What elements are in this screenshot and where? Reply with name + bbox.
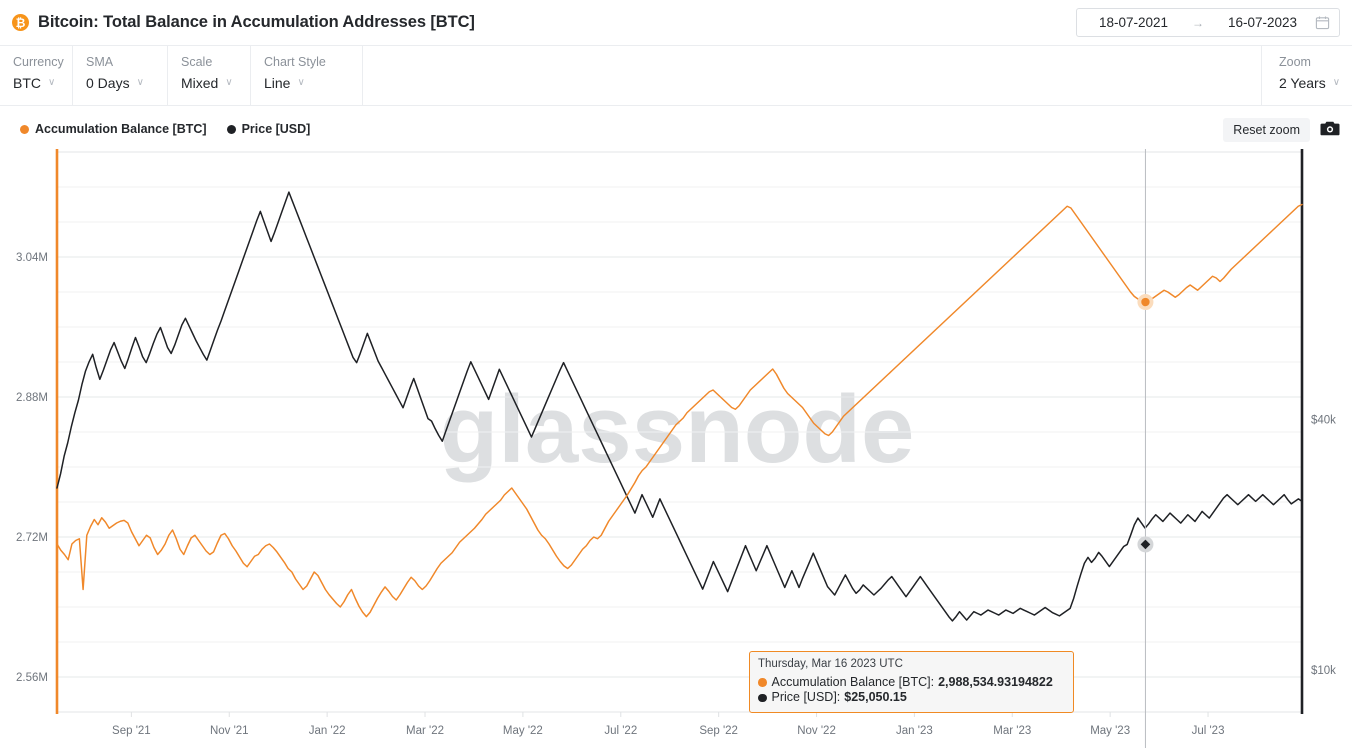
- x-axis-tick-label: Jan '22: [309, 725, 346, 737]
- chart-tooltip: Thursday, Mar 16 2023 UTC Accumulation B…: [749, 651, 1074, 713]
- tooltip-dot-balance: [758, 678, 767, 687]
- y-axis-right-tick-label: $10k: [1311, 665, 1336, 677]
- y-axis-left-tick-label: 2.72M: [16, 532, 48, 544]
- tooltip-dot-price: [758, 693, 767, 702]
- tooltip-date: Thursday, Mar 16 2023 UTC: [758, 658, 903, 670]
- x-axis-tick-label: Nov '22: [797, 725, 836, 737]
- tooltip-key-balance: Accumulation Balance [BTC]:: [771, 674, 935, 689]
- x-axis-tick-label: Jan '23: [896, 725, 933, 737]
- chart-svg[interactable]: glassnode3.04M2.88M2.72M2.56M$40k$10kSep…: [0, 0, 1352, 750]
- glassnode-chart-page: ₿ Bitcoin: Total Balance in Accumulation…: [0, 0, 1352, 750]
- x-axis-tick-label: Sep '22: [699, 725, 738, 737]
- x-axis-tick-label: Jul '23: [1192, 725, 1225, 737]
- tooltip-value-balance: 2,988,534.93194822: [938, 674, 1053, 689]
- tooltip-key-price: Price [USD]:: [771, 690, 841, 704]
- y-axis-left-tick-label: 2.88M: [16, 392, 48, 404]
- tooltip-row-balance: Accumulation Balance [BTC]: 2,988,534.93…: [758, 675, 1065, 691]
- x-axis-tick-label: Jul '22: [604, 725, 637, 737]
- y-axis-left-tick-label: 2.56M: [16, 672, 48, 684]
- tooltip-row-price: Price [USD]: $25,050.15: [758, 690, 1065, 706]
- x-axis-tick-label: Sep '21: [112, 725, 151, 737]
- x-axis-tick-label: May '23: [1090, 725, 1130, 737]
- tooltip-value-price: $25,050.15: [844, 690, 907, 704]
- x-axis-tick-label: Mar '23: [993, 725, 1031, 737]
- y-axis-right-tick-label: $40k: [1311, 414, 1336, 426]
- x-axis-tick-label: Nov '21: [210, 725, 249, 737]
- x-axis-tick-label: Mar '22: [406, 725, 444, 737]
- cursor-marker-balance: [1141, 297, 1150, 307]
- x-axis-tick-label: May '22: [503, 725, 543, 737]
- chart-area[interactable]: glassnode 3.04M 2.88M 2.72M 2.56M $40k $10k Sep…: [0, 0, 1352, 750]
- y-axis-left-tick-label: 3.04M: [16, 252, 48, 264]
